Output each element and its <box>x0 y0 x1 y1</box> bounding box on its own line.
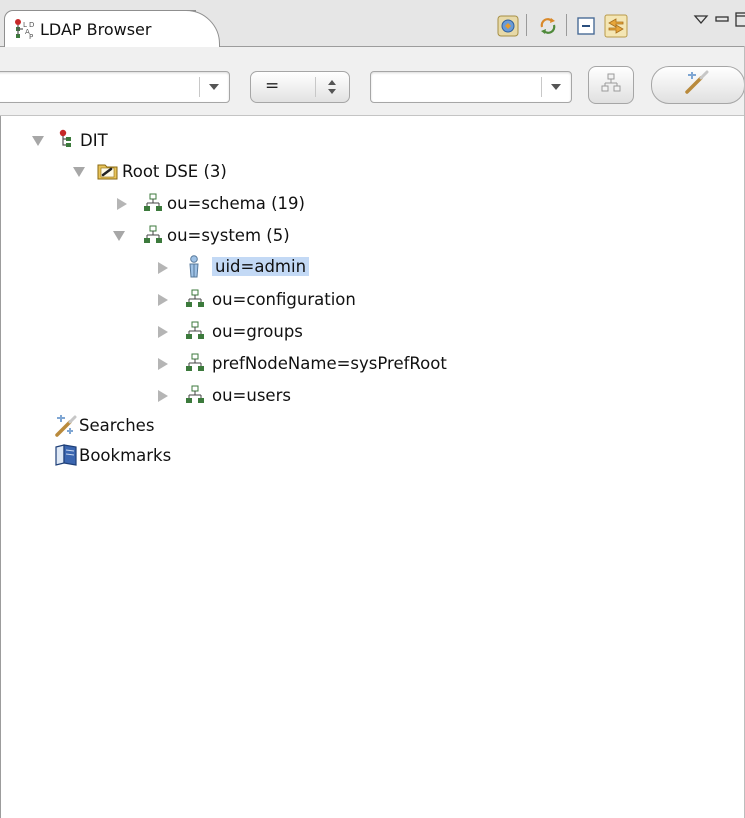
tree-node-label: prefNodeName=sysPrefRoot <box>212 354 447 373</box>
entry-icon <box>185 289 207 311</box>
tree-node-groups[interactable]: ou=groups <box>0 317 745 347</box>
tree-node-label: ou=schema (19) <box>167 194 305 213</box>
chevron-down-icon[interactable] <box>541 72 571 102</box>
tree-node-bookmarks[interactable]: Bookmarks <box>0 441 745 471</box>
value-input[interactable] <box>379 76 538 98</box>
entry-icon <box>185 385 207 407</box>
view-tab-title: LDAP Browser <box>40 20 152 39</box>
tree-node-label: DIT <box>80 131 108 150</box>
tree-node-label: ou=groups <box>212 322 303 341</box>
svg-text:P: P <box>29 33 33 40</box>
run-quick-search-button[interactable] <box>651 66 745 104</box>
collapsed-triangle-icon[interactable] <box>158 326 168 338</box>
operator-select[interactable]: = <box>250 71 350 103</box>
attribute-input[interactable] <box>5 76 195 98</box>
tree-hierarchy-icon <box>600 72 622 98</box>
operator-value: = <box>265 76 280 96</box>
link-icon[interactable] <box>604 14 628 38</box>
dit-icon <box>57 128 79 150</box>
up-down-arrows-icon[interactable] <box>315 72 349 102</box>
browser-tree: DIT Root DSE (3) ou=schema (19) ou=syste… <box>0 116 745 818</box>
searches-wand-icon <box>54 414 77 437</box>
collapsed-triangle-icon[interactable] <box>117 198 127 210</box>
entry-icon <box>143 193 165 215</box>
bookmarks-book-icon <box>54 444 77 466</box>
root-dse-icon <box>97 160 119 182</box>
expand-triangle-icon[interactable] <box>73 167 85 177</box>
tree-node-sysprefroot[interactable]: prefNodeName=sysPrefRoot <box>0 349 745 379</box>
person-icon <box>185 255 207 278</box>
entry-icon <box>143 225 165 247</box>
tree-node-uid-admin[interactable]: uid=admin <box>0 253 745 283</box>
entry-icon <box>185 321 207 343</box>
attribute-combo[interactable] <box>0 71 230 103</box>
maximize-icon[interactable] <box>735 12 745 32</box>
ldap-browser-icon: L D A P <box>14 18 36 41</box>
view-tab-ldap-browser[interactable]: L D A P LDAP Browser <box>4 10 196 47</box>
collapse-all-icon[interactable] <box>574 14 598 38</box>
tree-node-searches[interactable]: Searches <box>0 411 745 441</box>
chevron-down-icon[interactable] <box>199 72 229 102</box>
tree-node-label: Searches <box>79 416 155 435</box>
search-base-button[interactable] <box>588 66 634 104</box>
tree-node-label: ou=system (5) <box>167 226 290 245</box>
expand-triangle-icon[interactable] <box>32 136 44 146</box>
view-tab-bar: L D A P LDAP Browser <box>0 0 745 47</box>
collapsed-triangle-icon[interactable] <box>158 294 168 306</box>
tree-node-system[interactable]: ou=system (5) <box>0 221 745 251</box>
value-combo[interactable] <box>370 71 572 103</box>
tree-node-root-dse[interactable]: Root DSE (3) <box>0 157 745 187</box>
tree-node-label: Root DSE (3) <box>122 162 227 181</box>
collapsed-triangle-icon[interactable] <box>158 390 168 402</box>
view-menu-icon[interactable] <box>693 12 709 31</box>
tree-node-label: uid=admin <box>212 257 310 276</box>
tree-node-label: ou=users <box>212 386 291 405</box>
tree-node-configuration[interactable]: ou=configuration <box>0 285 745 315</box>
svg-text:D: D <box>29 21 34 29</box>
quick-search-toolbar: = <box>0 47 745 116</box>
refresh-icon[interactable] <box>536 14 560 38</box>
minimize-icon[interactable] <box>714 12 730 31</box>
entry-icon <box>185 353 207 375</box>
tree-node-schema[interactable]: ou=schema (19) <box>0 189 745 219</box>
ldap-browser-view: L D A P LDAP Browser = DIT Root DSE (3) … <box>0 0 745 818</box>
collapsed-triangle-icon[interactable] <box>158 358 168 370</box>
tree-node-label: ou=configuration <box>212 290 356 309</box>
tree-node-users[interactable]: ou=users <box>0 381 745 411</box>
expand-triangle-icon[interactable] <box>113 231 125 241</box>
tree-node-dit[interactable]: DIT <box>0 126 745 156</box>
collapsed-triangle-icon[interactable] <box>158 262 168 274</box>
search-wand-icon <box>683 70 713 100</box>
tree-node-label: Bookmarks <box>79 446 172 465</box>
link-with-editor-icon[interactable] <box>496 14 520 38</box>
